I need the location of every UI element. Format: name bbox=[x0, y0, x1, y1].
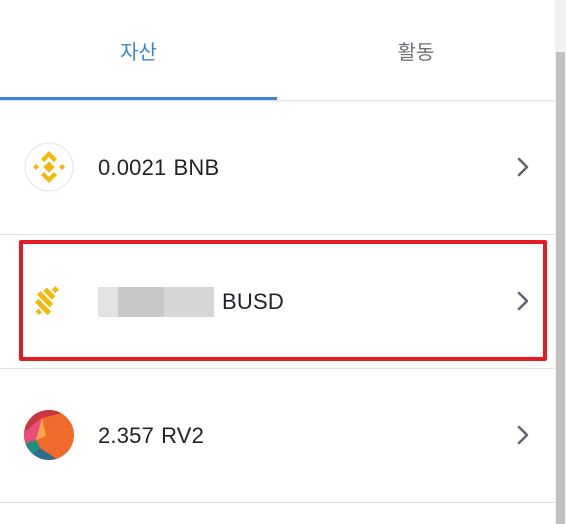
chevron-right-icon bbox=[517, 425, 529, 445]
tab-bar: 자산 활동 bbox=[0, 0, 555, 101]
asset-symbol: BNB bbox=[173, 154, 220, 180]
tab-assets[interactable]: 자산 bbox=[0, 0, 277, 100]
scrollbar-thumb[interactable] bbox=[556, 52, 565, 524]
asset-row-busd[interactable]: BUSD bbox=[0, 235, 555, 369]
asset-amount: 0.0021 BNB bbox=[98, 101, 219, 234]
obscured-amount bbox=[98, 286, 214, 317]
busd-icon bbox=[34, 286, 59, 316]
chevron-right-icon bbox=[517, 291, 529, 311]
active-tab-indicator bbox=[0, 97, 277, 100]
rv2-icon bbox=[24, 410, 74, 460]
asset-amount: 2.357 RV2 bbox=[98, 369, 204, 502]
chevron-right-icon bbox=[517, 157, 529, 177]
asset-row-rv2[interactable]: 2.357 RV2 bbox=[0, 369, 555, 503]
wallet-panel: 자산 활동 0.0021 BNB BUSD 2.357 RV2 bbox=[0, 0, 555, 524]
asset-amount: BUSD bbox=[98, 235, 284, 368]
tab-activity[interactable]: 활동 bbox=[277, 0, 555, 100]
asset-symbol: BUSD bbox=[222, 288, 284, 314]
bnb-icon bbox=[24, 142, 74, 192]
amount-value: 0.0021 bbox=[98, 154, 167, 180]
amount-value: 2.357 bbox=[98, 422, 155, 448]
asset-symbol: RV2 bbox=[161, 422, 205, 448]
asset-row-bnb[interactable]: 0.0021 BNB bbox=[0, 101, 555, 235]
scrollbar[interactable] bbox=[555, 0, 566, 524]
